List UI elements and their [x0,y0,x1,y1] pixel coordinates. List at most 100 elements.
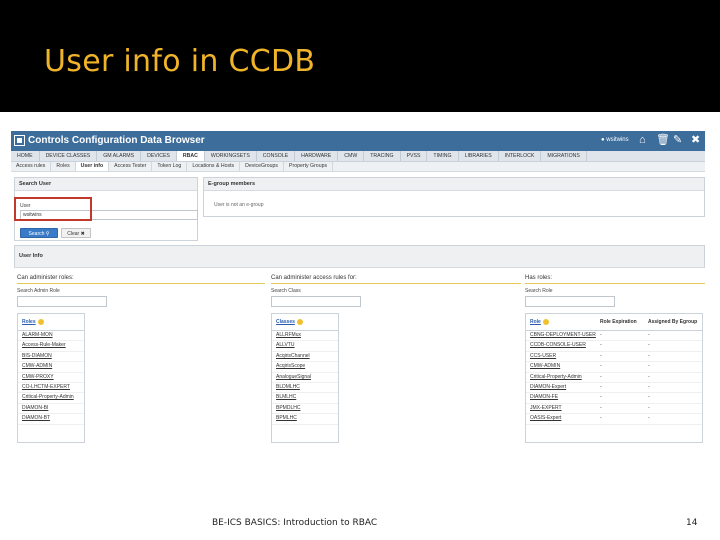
table-row: BIS-DIAMON [18,352,84,363]
table-row: Access-Rule-Maker [18,341,84,352]
role-expiration: - [600,332,602,338]
class-link[interactable]: BLMLHC [276,393,296,402]
egroup-panel: E-group members User is not an e-group [203,177,705,217]
role-link[interactable]: Critical-Property-Admin [530,373,582,382]
menu-item-devices[interactable]: DEVICES [141,151,177,161]
admin-role-link[interactable]: DIAMON-BI [22,404,48,413]
class-search-input[interactable] [271,296,361,307]
app-logo-icon [14,135,25,146]
class-search-label: Search Class [271,288,301,294]
slide-title: User info in CCDB [44,44,316,79]
classes-column-label: Classes [276,319,295,325]
app-header-bar: Controls Configuration Data Browser ● ws… [11,131,705,151]
class-link[interactable]: BLDMLHC [276,383,300,392]
clear-button[interactable]: Clear ✖ [61,228,91,238]
table-row: DIAMON-Expert - - [526,383,702,394]
assigned-by-egroup: - [648,352,650,359]
home-icon[interactable]: ⌂ [639,134,646,147]
menu-item-hardware[interactable]: HARDWARE [295,151,339,161]
class-link[interactable]: BPMLHC [276,414,297,423]
admin-role-link[interactable]: BIS-DIAMON [22,352,52,361]
menu-item-libraries[interactable]: LIBRARIES [459,151,499,161]
table-row: AcqirisScope [272,362,338,373]
role-link[interactable]: DIAMON-Expert [530,383,566,392]
assigned-by-egroup: - [648,415,650,422]
has-roles-heading: Has roles: [525,275,553,281]
role-link[interactable]: CMW-ADMIN [530,362,560,371]
assigned-by-egroup: - [648,373,650,380]
menu-item-tracing[interactable]: TRACING [364,151,401,161]
search-icon: ⚲ [45,231,50,237]
admin-role-link[interactable]: CMW-PROXY [22,373,54,382]
admin-role-search-input[interactable] [17,296,107,307]
menu-item-home[interactable]: HOME [11,151,40,161]
table-row: CBNG-DEPLOYMENT-USER - - [526,331,702,342]
has-roles-table: Role Role Expiration Assigned By Egroup … [525,313,703,443]
role-expiration-header[interactable]: Role Expiration [600,314,637,330]
tab-user-info[interactable]: User info [75,162,110,171]
classes-column-header[interactable]: Classes [276,314,303,330]
menu-item-timing[interactable]: TIMING [427,151,459,161]
admin-role-link[interactable]: CMW-ADMIN [22,362,52,371]
class-link[interactable]: BPMDLHC [276,404,300,413]
class-link[interactable]: AcqirisScope [276,362,305,371]
admin-role-link[interactable]: CO-LHCTM-EXPERT [22,383,70,392]
admin-role-link[interactable]: DIAMON-BT [22,414,50,423]
user-menu[interactable]: ● wsitwins [601,137,629,143]
role-search-input[interactable] [525,296,615,307]
menu-item-device-classes[interactable]: DEVICE CLASSES [40,151,98,161]
role-link[interactable]: CCDB-CONSOLE-USER [530,341,586,350]
user-info-title: User Info [15,246,704,268]
admin-role-link[interactable]: ALARM-MON [22,331,53,340]
menu-item-workingsets[interactable]: WORKINGSETS [205,151,257,161]
role-link[interactable]: CBNG-DEPLOYMENT-USER [530,331,596,340]
role-column-header[interactable]: Role [530,314,549,330]
search-user-title: Search User [15,178,197,191]
table-row: AnalogueSignal [272,373,338,383]
access-rules-table: Classes ALLRFMux ALLVTU AcqirisChannel Acqi… [271,313,339,443]
tab-token-log[interactable]: Token Log [152,162,188,171]
menu-item-rbac[interactable]: RBAC [176,151,205,161]
tab-locations-hosts[interactable]: Locations & Hosts [187,162,241,171]
clear-icon: ✖ [80,231,85,237]
role-expiration: - [600,363,602,370]
table-row: OASIS-Expert - - [526,414,702,425]
menu-item-migrations[interactable]: MIGRATIONS [541,151,587,161]
tab-access-tester[interactable]: Access Tester [109,162,153,171]
class-link[interactable]: AcqirisChannel [276,352,310,361]
trash-icon[interactable]: 🗑 [656,134,670,147]
menu-item-pvss[interactable]: PVSS [401,151,428,161]
edit-icon[interactable]: ✎ [673,134,682,147]
class-link[interactable]: AnalogueSignal [276,373,311,382]
tab-access-rules[interactable]: Access rules [11,162,52,171]
role-expiration: - [600,415,602,422]
role-expiration: - [600,373,602,380]
search-button-label: Search [28,231,45,237]
class-link[interactable]: ALLVTU [276,341,295,350]
roles-column-header[interactable]: Roles [22,314,44,330]
tab-property-groups[interactable]: Property Groups [284,162,334,171]
close-icon[interactable]: ✖ [691,134,700,147]
table-row: ALLVTU [272,341,338,352]
class-link[interactable]: ALLRFMux [276,331,301,340]
role-link[interactable]: CCS-USER [530,352,556,361]
admin-role-link[interactable]: Access-Rule-Maker [22,341,66,350]
menu-item-console[interactable]: CONSOLE [257,151,296,161]
table-row: BLMLHC [272,393,338,404]
tab-devicegroups[interactable]: DeviceGroups [240,162,284,171]
role-link[interactable]: OASIS-Expert [530,414,561,423]
assigned-by-egroup-header[interactable]: Assigned By Egroup [648,314,697,330]
username: wsitwins [606,137,629,143]
admin-role-link[interactable]: Critical-Property-Admin [22,393,74,402]
user-info-panel: User Info [14,245,705,268]
table-row: DIAMON-FE - - [526,393,702,404]
sort-icon [296,318,303,325]
menu-item-gm-alarms[interactable]: GM ALARMS [97,151,142,161]
search-button[interactable]: Search ⚲ [20,228,58,238]
role-link[interactable]: DIAMON-FE [530,393,558,402]
tab-roles[interactable]: Roles [51,162,76,171]
menu-item-cmw[interactable]: CMW [338,151,365,161]
menu-item-interlock[interactable]: INTERLOCK [499,151,542,161]
main-menu: HOME DEVICE CLASSES GM ALARMS DEVICES RBAC WO… [11,151,705,162]
role-link[interactable]: JMX-EXPERT [530,404,562,413]
